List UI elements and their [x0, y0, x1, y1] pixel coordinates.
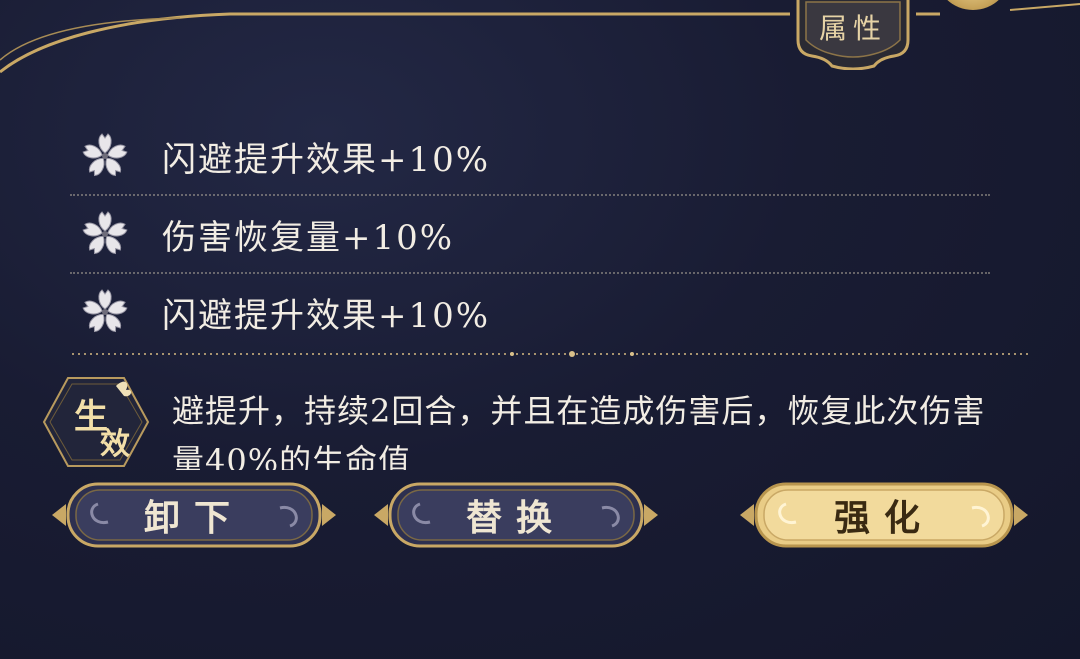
unequip-button-label: 卸下 [143, 497, 244, 539]
seal-char-bottom: 效 [100, 427, 130, 462]
sakura-flower-icon [78, 129, 132, 183]
sakura-flower-icon [78, 207, 132, 261]
stat-row: 闪避提升效果+10% [70, 274, 990, 350]
stat-row: 闪避提升效果+10% [70, 118, 990, 196]
stat-label: 闪避提升效果+10% [162, 139, 491, 180]
seal-hexagon-icon: 生 效 [42, 377, 150, 467]
section-divider [72, 351, 1032, 357]
replace-button-label: 替换 [465, 497, 566, 539]
attribute-badge[interactable]: 属性 [790, 0, 916, 70]
effect-description: 避提升，持续2回合，并且在造成伤害后，恢复此次伤害量40%的生命值 [172, 392, 986, 470]
stat-list: 闪避提升效果+10% 伤害恢复量+10% 闪避提升效果+10% [70, 118, 990, 350]
enhance-button[interactable]: 强化 [736, 478, 1032, 552]
attribute-badge-label: 属性 [818, 12, 887, 45]
stat-row: 伤害恢复量+10% [70, 196, 990, 274]
top-frame-ornament [0, 3, 1080, 74]
sakura-flower-icon [78, 285, 132, 339]
replace-button[interactable]: 替换 [370, 478, 662, 552]
stat-label: 闪避提升效果+10% [162, 295, 491, 336]
stat-label: 伤害恢复量+10% [162, 217, 455, 258]
effect-seal: 生 效 [40, 372, 152, 472]
enhance-button-label: 强化 [833, 497, 934, 539]
unequip-button[interactable]: 卸下 [48, 478, 340, 552]
